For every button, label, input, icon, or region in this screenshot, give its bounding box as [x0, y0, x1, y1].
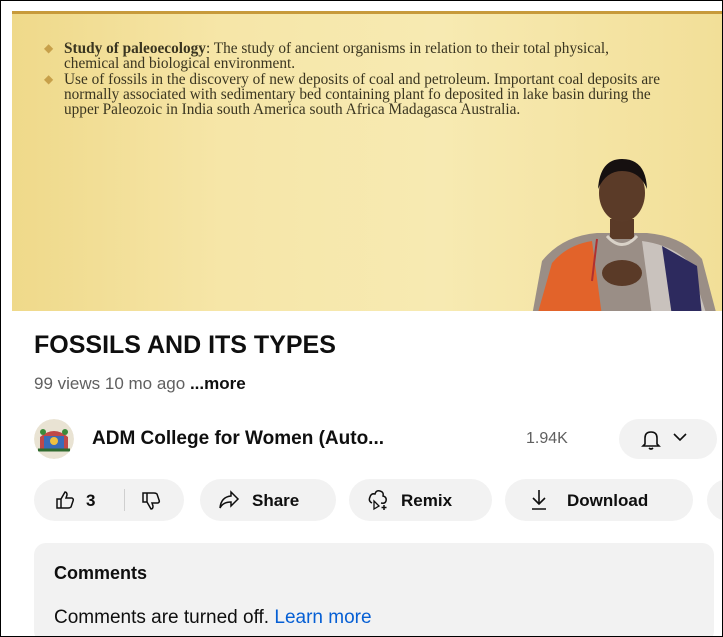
- video-meta: 99 views 10 mo ago ...more: [34, 374, 246, 394]
- download-label: Download: [567, 491, 649, 510]
- comments-off-text: Comments are turned off.: [54, 607, 270, 628]
- slide-bullet-body: Use of fossils in the discovery of new d…: [64, 71, 661, 118]
- bell-icon: [641, 431, 661, 450]
- diamond-bullet-icon: ◆: [44, 72, 54, 86]
- download-button[interactable]: Download: [505, 479, 693, 521]
- slide-text: ◆ Study of paleoecology: The study of an…: [42, 41, 662, 118]
- action-bar: 3 Share Remix Download: [34, 479, 722, 523]
- download-icon: [532, 490, 546, 510]
- video-player[interactable]: ◆ Study of paleoecology: The study of an…: [12, 11, 722, 311]
- remix-label: Remix: [401, 491, 453, 510]
- like-count: 3: [86, 491, 96, 510]
- dislike-icon[interactable]: [140, 490, 162, 512]
- presenter-image: [532, 159, 716, 311]
- subscriber-count: 1.94K: [526, 430, 568, 447]
- share-label: Share: [252, 491, 300, 510]
- remix-button[interactable]: Remix: [349, 479, 492, 521]
- description-more-link[interactable]: ...more: [190, 374, 246, 393]
- share-icon: [219, 490, 240, 509]
- upload-age: 10 mo ago: [104, 374, 186, 393]
- remix-icon: [368, 490, 387, 511]
- comments-heading: Comments: [54, 563, 148, 583]
- video-title: FOSSILS AND ITS TYPES: [34, 331, 336, 359]
- learn-more-link[interactable]: Learn more: [274, 607, 371, 628]
- channel-row: ADM College for Women (Auto... 1.94K: [34, 417, 722, 461]
- like-icon[interactable]: [54, 489, 76, 511]
- chevron-down-icon: [673, 433, 687, 442]
- like-divider: [124, 489, 125, 511]
- diamond-bullet-icon: ◆: [44, 41, 54, 55]
- view-count: 99 views: [34, 374, 101, 393]
- channel-name[interactable]: ADM College for Women (Auto...: [92, 428, 384, 450]
- slide-bullet: ◆ Use of fossils in the discovery of new…: [42, 72, 662, 117]
- more-actions-button[interactable]: [707, 479, 722, 521]
- subscription-notifications-button[interactable]: [619, 419, 717, 459]
- comments-panel: Comments Comments are turned off. Learn …: [34, 543, 714, 636]
- slide-bullet: ◆ Study of paleoecology: The study of an…: [42, 41, 662, 71]
- comments-off-message: Comments are turned off. Learn more: [54, 607, 372, 629]
- like-dislike-group: 3: [34, 479, 184, 521]
- share-button[interactable]: Share: [200, 479, 336, 521]
- app-frame: ◆ Study of paleoecology: The study of an…: [0, 0, 723, 637]
- channel-avatar[interactable]: [34, 419, 74, 459]
